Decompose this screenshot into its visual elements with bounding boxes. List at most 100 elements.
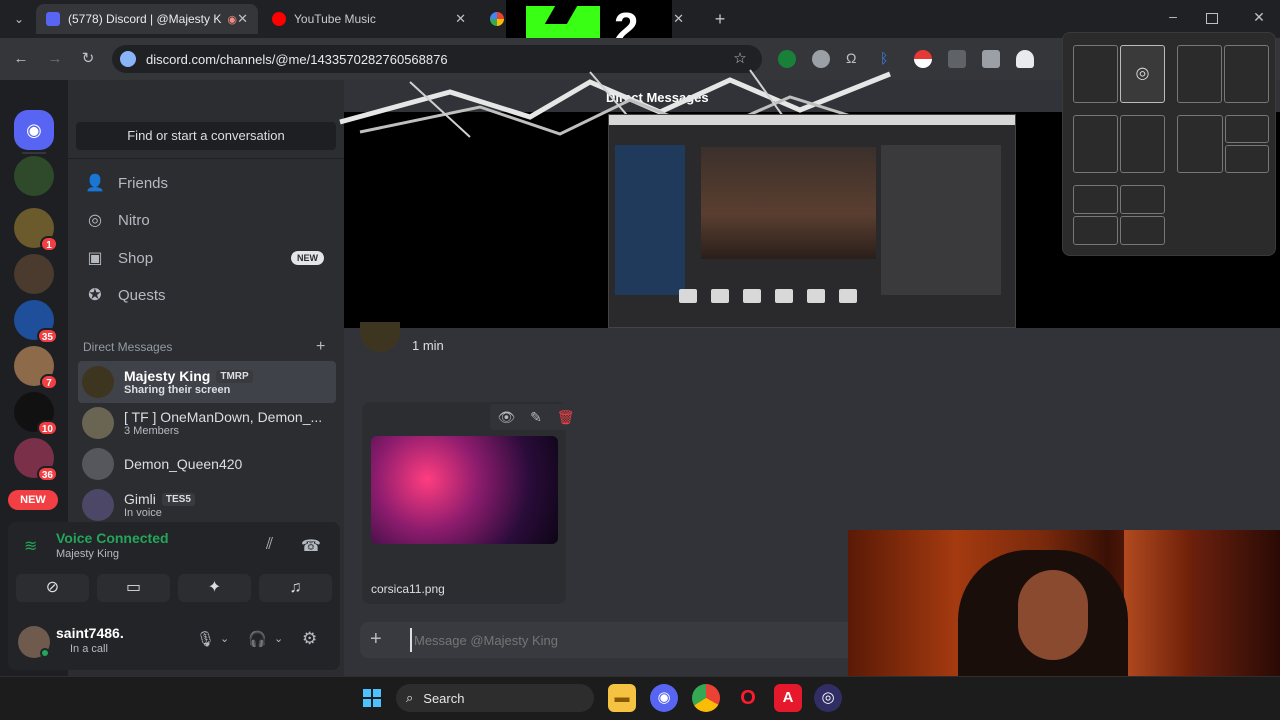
- app-taskbar-icon[interactable]: A: [774, 684, 802, 712]
- close-window-icon[interactable]: ✕: [1250, 9, 1268, 29]
- tab-search-button[interactable]: ⌄: [10, 10, 28, 28]
- chevron-down-icon[interactable]: ⌄: [274, 632, 283, 645]
- snap-layout-option[interactable]: [1177, 115, 1269, 173]
- create-dm-plus-icon[interactable]: +: [316, 338, 325, 356]
- dm-members: 3 Members: [124, 425, 180, 437]
- attachment-actions: 👁 ✎ 🗑: [490, 404, 582, 430]
- server-icon[interactable]: 7: [14, 346, 58, 390]
- snap-layout-option[interactable]: ◎: [1073, 45, 1165, 103]
- restore-icon[interactable]: [1206, 13, 1218, 24]
- snap-layout-option[interactable]: [1177, 45, 1269, 103]
- avatar: [82, 448, 114, 480]
- new-badge-button[interactable]: NEW: [8, 490, 58, 510]
- shared-viewport: [701, 147, 876, 259]
- server-icon[interactable]: 1: [14, 208, 58, 252]
- attachment-image[interactable]: [371, 436, 558, 544]
- online-indicator: [40, 648, 50, 658]
- activities-button[interactable]: ✦: [178, 574, 251, 602]
- group-avatar: [82, 407, 114, 439]
- tab-discord[interactable]: (5778) Discord | @Majesty K ◉ ✕: [36, 4, 258, 34]
- chevron-down-icon[interactable]: ⌄: [220, 632, 229, 645]
- dm-header-label: Direct Messages: [83, 340, 173, 354]
- dm-header: Direct Messages: [83, 340, 283, 354]
- folder-icon: [775, 289, 793, 303]
- nitro-icon: ◎: [88, 212, 102, 229]
- discord-home-button[interactable]: ◉: [14, 110, 54, 150]
- attachment-filename: corsica11.png: [371, 582, 445, 596]
- new-tab-button[interactable]: +: [710, 9, 730, 29]
- username[interactable]: saint7486.: [56, 625, 124, 641]
- search-label: Find or start a conversation: [127, 128, 285, 143]
- voice-channel[interactable]: Majesty King: [56, 548, 119, 560]
- tab-youtube-music[interactable]: YouTube Music ✕: [262, 4, 476, 34]
- discord-favicon-icon: [46, 12, 60, 26]
- mic-icon[interactable]: 🎙: [196, 630, 215, 648]
- nav-nitro[interactable]: ◎ Nitro: [78, 202, 334, 238]
- dm-name: Gimli: [124, 491, 156, 507]
- dm-item-group[interactable]: [ TF ] OneManDown, Demon_... 3 Members: [78, 402, 336, 444]
- camera-off-button[interactable]: ⊘: [16, 574, 89, 602]
- screen-share-button[interactable]: ▭: [97, 574, 170, 602]
- message-input[interactable]: [410, 628, 830, 652]
- server-icon[interactable]: [14, 156, 54, 196]
- headphones-icon[interactable]: 🎧: [248, 630, 267, 648]
- reload-icon[interactable]: ↻: [79, 50, 97, 68]
- chrome-taskbar-icon[interactable]: [692, 684, 720, 712]
- message-timestamp: 1 min: [412, 338, 444, 353]
- windows-start-icon[interactable]: [358, 684, 386, 712]
- guild-tag: TMRP: [216, 369, 253, 383]
- google-favicon-icon: [490, 12, 504, 26]
- rail-separator: [22, 152, 46, 154]
- pencil-icon[interactable]: ✎: [530, 409, 542, 426]
- close-tab-icon[interactable]: ✕: [455, 11, 466, 27]
- tab-youtube-label: YouTube Music: [294, 12, 376, 26]
- dm-item-majesty-king[interactable]: Majesty King TMRP Sharing their screen: [78, 361, 336, 403]
- snap-layout-option[interactable]: [1073, 185, 1165, 245]
- site-info-icon[interactable]: [120, 51, 136, 67]
- server-icon[interactable]: 35: [14, 300, 58, 344]
- noise-suppression-icon[interactable]: ⫽: [266, 536, 273, 554]
- shared-window-titlebar: [609, 115, 1015, 125]
- taskbar-search[interactable]: ⌕ Search: [396, 684, 594, 712]
- search-icon: ⌕: [406, 690, 414, 705]
- voice-buttons: ⊘ ▭ ✦ ♫: [16, 574, 332, 602]
- unread-badge: 10: [36, 420, 58, 436]
- discord-taskbar-icon[interactable]: ◉: [650, 684, 678, 712]
- find-conversation-search[interactable]: Find or start a conversation: [76, 122, 336, 150]
- opera-taskbar-icon[interactable]: O: [734, 684, 762, 712]
- nav-friends[interactable]: 👤 Friends: [78, 165, 334, 201]
- shared-inspector-panel: [881, 145, 1001, 295]
- forward-icon[interactable]: →: [46, 50, 64, 68]
- quests-icon: ✪: [88, 287, 102, 304]
- minimize-icon[interactable]: –: [1164, 8, 1182, 28]
- nav-shop[interactable]: ▣ Shop NEW: [78, 240, 334, 276]
- server-icon[interactable]: 10: [14, 392, 58, 436]
- shared-folder-row: [679, 289, 869, 307]
- pokeball-extension-icon[interactable]: [914, 50, 932, 68]
- new-badge: NEW: [291, 251, 324, 265]
- unread-badge: 35: [36, 328, 58, 344]
- server-icon[interactable]: 36: [14, 438, 58, 482]
- obs-taskbar-icon[interactable]: ◎: [814, 684, 842, 712]
- ext-extension-icon[interactable]: [948, 50, 966, 68]
- dm-item-gimli[interactable]: Gimli TES5 In voice: [78, 484, 336, 526]
- settings-gear-icon[interactable]: ⚙: [302, 629, 317, 649]
- eye-icon[interactable]: 👁: [497, 409, 515, 426]
- soundboard-button[interactable]: ♫: [259, 574, 332, 602]
- close-tab-icon[interactable]: ✕: [237, 11, 248, 27]
- nav-quests[interactable]: ✪ Quests: [78, 277, 334, 313]
- ghost-extension-icon[interactable]: [1016, 50, 1034, 68]
- server-icon[interactable]: [14, 254, 54, 294]
- trash-icon[interactable]: 🗑: [557, 409, 575, 426]
- voice-status[interactable]: Voice Connected: [56, 530, 169, 546]
- back-icon[interactable]: ←: [12, 50, 30, 68]
- file-explorer-icon[interactable]: ▬: [608, 684, 636, 712]
- dm-item-demon-queen[interactable]: Demon_Queen420: [78, 443, 336, 485]
- dm-status: Sharing their screen: [124, 384, 231, 396]
- close-tab-icon[interactable]: ✕: [673, 11, 684, 27]
- upload-plus-icon[interactable]: +: [370, 628, 382, 651]
- avatar: [82, 489, 114, 521]
- disconnect-icon[interactable]: ☎: [301, 536, 321, 556]
- snap-layout-option[interactable]: [1073, 115, 1165, 173]
- puzzle-extension-icon[interactable]: [982, 50, 1000, 68]
